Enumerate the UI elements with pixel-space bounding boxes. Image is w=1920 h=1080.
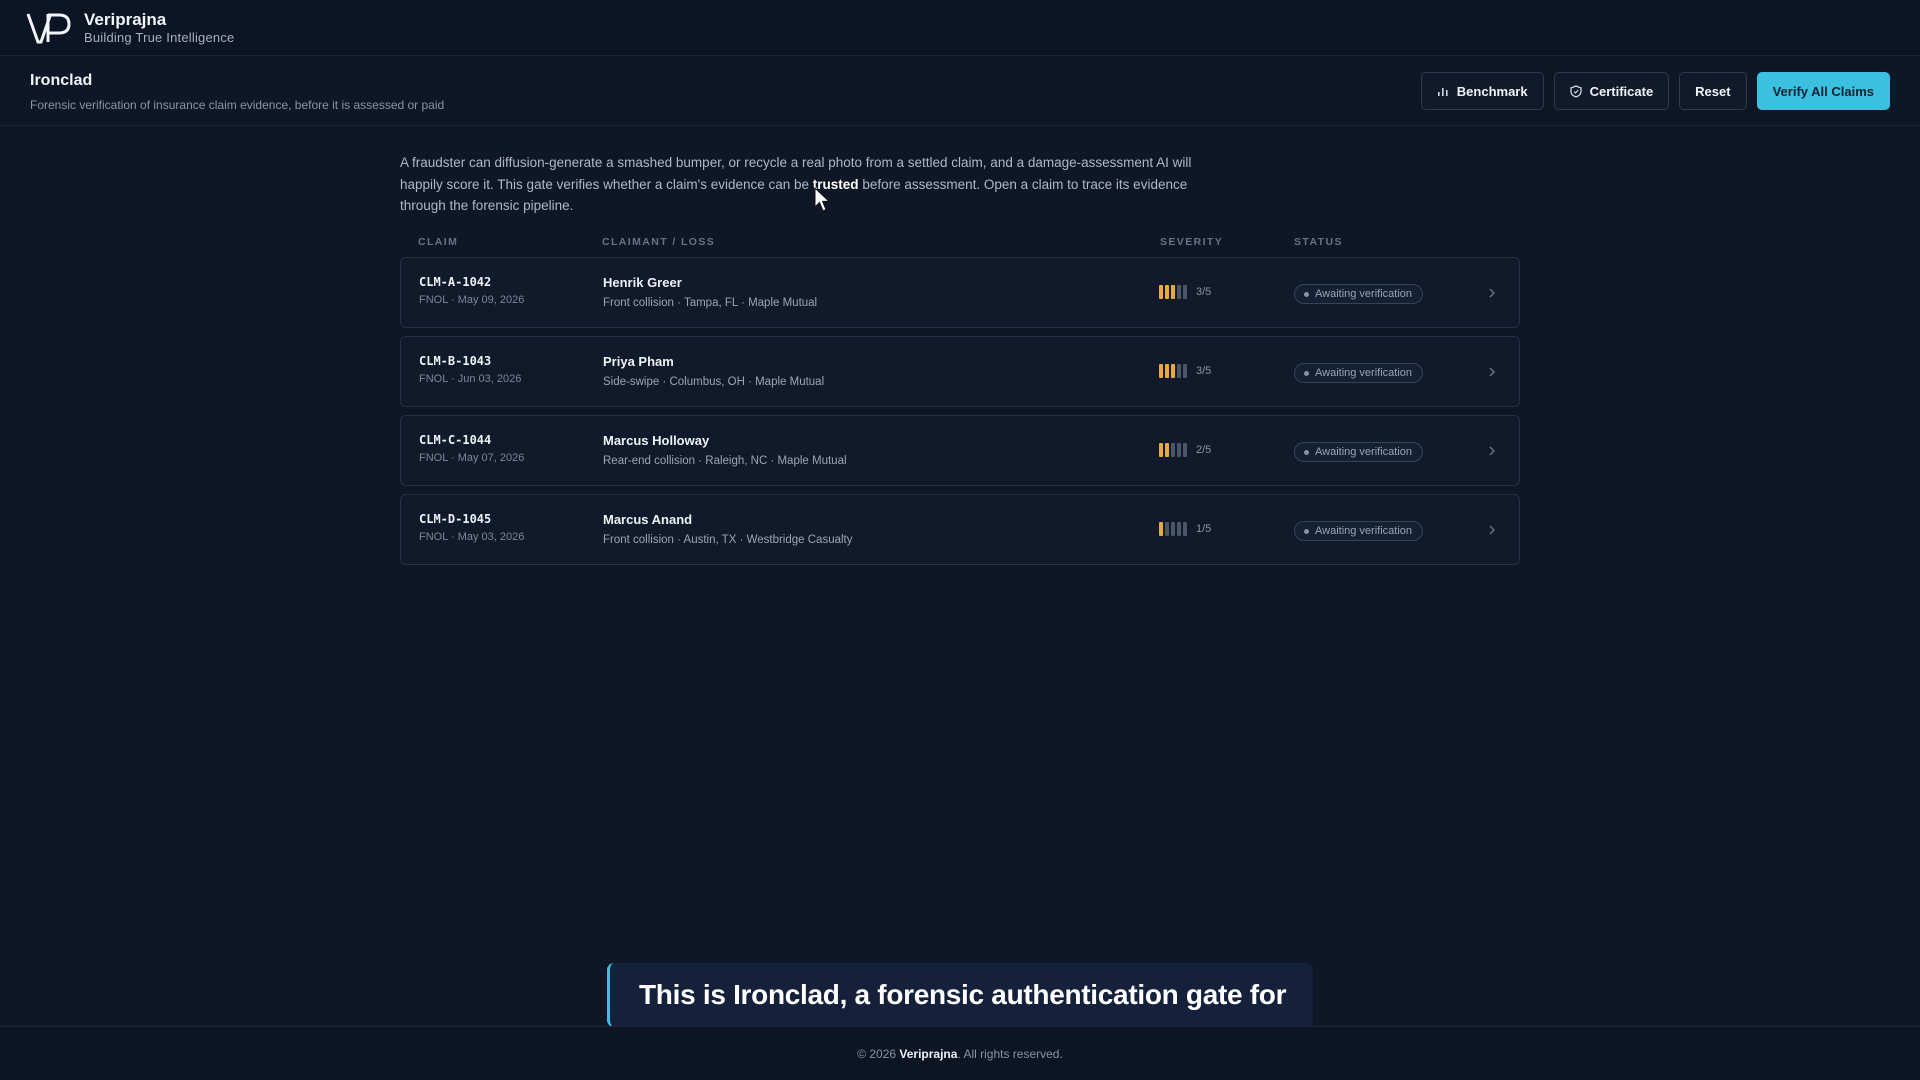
top-bar: Veriprajna Building True Intelligence — [0, 0, 1920, 56]
severity-label: 2/5 — [1196, 444, 1212, 456]
claim-fnol-date: FNOL · Jun 03, 2026 — [419, 373, 522, 385]
severity-bar — [1177, 443, 1181, 457]
page-title: Ironclad — [30, 72, 93, 89]
status-badge: Awaiting verification — [1294, 363, 1424, 383]
loss-description: Front collision · Austin, TX · Westbridg… — [603, 534, 853, 546]
claim-fnol-date: FNOL · May 09, 2026 — [419, 294, 525, 306]
severity-label: 3/5 — [1196, 286, 1212, 298]
severity-bar — [1183, 285, 1187, 299]
status-badge: Awaiting verification — [1294, 521, 1424, 541]
severity-bars — [1159, 285, 1187, 299]
claims-table-header: CLAIM CLAIMANT / LOSS SEVERITY STATUS — [400, 236, 1520, 252]
status-dot — [1304, 449, 1309, 455]
chevron-right-icon[interactable] — [1487, 363, 1497, 381]
severity-indicator: 3/5 — [1159, 364, 1211, 378]
claim-row[interactable]: CLM-B-1043 FNOL · Jun 03, 2026 Priya Pham S… — [400, 336, 1520, 407]
loss-description: Rear-end collision · Raleigh, NC · Maple… — [603, 455, 847, 467]
status-label: Awaiting verification — [1315, 446, 1413, 458]
status-label: Awaiting verification — [1315, 288, 1413, 300]
severity-bars — [1159, 443, 1187, 457]
severity-bar — [1171, 285, 1175, 299]
severity-bar — [1183, 522, 1187, 536]
verify-all-claims-button[interactable]: Verify All Claims — [1756, 72, 1890, 110]
page-header: Ironclad Forensic verification of insura… — [0, 56, 1920, 126]
severity-bar — [1159, 522, 1163, 536]
severity-bar — [1171, 443, 1175, 457]
severity-label: 3/5 — [1196, 365, 1212, 377]
claim-row[interactable]: CLM-A-1042 FNOL · May 09, 2026 Henrik Gree… — [400, 257, 1520, 328]
severity-bar — [1165, 443, 1169, 457]
claimant-name: Marcus Anand — [603, 512, 693, 527]
claim-id: CLM-D-1045 — [419, 512, 492, 526]
claims-list: CLM-A-1042 FNOL · May 09, 2026 Henrik Gree… — [400, 257, 1520, 565]
severity-bar — [1165, 364, 1169, 378]
column-claim: CLAIM — [418, 236, 459, 248]
loss-description: Side-swipe · Columbus, OH · Maple Mutual — [603, 376, 825, 388]
severity-bar — [1165, 522, 1169, 536]
severity-bar — [1177, 364, 1181, 378]
column-claimant-loss: CLAIMANT / LOSS — [602, 236, 716, 248]
severity-bars — [1159, 522, 1187, 536]
severity-indicator: 1/5 — [1159, 522, 1211, 536]
severity-bar — [1171, 364, 1175, 378]
column-severity: SEVERITY — [1160, 236, 1224, 248]
claim-fnol-date: FNOL · May 07, 2026 — [419, 452, 525, 464]
status-dot — [1304, 370, 1309, 376]
severity-bar — [1177, 285, 1181, 299]
certificate-label: Certificate — [1589, 83, 1654, 99]
shield-icon — [1569, 84, 1582, 98]
status-badge: Awaiting verification — [1294, 442, 1424, 462]
logo — [26, 10, 74, 46]
claim-id: CLM-C-1044 — [419, 433, 492, 447]
status-dot — [1304, 291, 1309, 297]
intro-text: A fraudster can diffusion-generate a sma… — [400, 152, 1220, 217]
benchmark-label: Benchmark — [1456, 83, 1528, 99]
chevron-right-icon[interactable] — [1487, 284, 1497, 302]
claimant-name: Priya Pham — [603, 354, 674, 369]
severity-indicator: 2/5 — [1159, 443, 1211, 457]
severity-indicator: 3/5 — [1159, 285, 1211, 299]
footer-brand: Veriprajna — [899, 1046, 958, 1061]
severity-bar — [1159, 285, 1163, 299]
footer-rights: . All rights reserved. — [957, 1046, 1063, 1061]
severity-bar — [1177, 522, 1181, 536]
severity-bar — [1159, 364, 1163, 378]
claim-fnol-date: FNOL · May 03, 2026 — [419, 531, 525, 543]
page-subtitle: Forensic verification of insurance claim… — [30, 98, 445, 112]
claim-row[interactable]: CLM-C-1044 FNOL · May 07, 2026 Marcus Holl… — [400, 415, 1520, 486]
status-label: Awaiting verification — [1315, 525, 1413, 537]
status-label: Awaiting verification — [1315, 367, 1413, 379]
benchmark-button[interactable]: Benchmark — [1420, 72, 1544, 110]
footer: © 2026 Veriprajna. All rights reserved. — [0, 1026, 1920, 1080]
severity-label: 1/5 — [1196, 523, 1212, 535]
bar-chart-icon — [1437, 85, 1449, 97]
chevron-right-icon[interactable] — [1487, 521, 1497, 539]
column-status: STATUS — [1294, 236, 1343, 248]
claim-id: CLM-B-1043 — [419, 354, 492, 368]
claim-row[interactable]: CLM-D-1045 FNOL · May 03, 2026 Marcus Anan… — [400, 494, 1520, 565]
reset-button[interactable]: Reset — [1679, 72, 1747, 110]
video-caption: This is Ironclad, a forensic authenticat… — [607, 963, 1313, 1027]
chevron-right-icon[interactable] — [1487, 442, 1497, 460]
loss-description: Front collision · Tampa, FL · Maple Mutu… — [603, 297, 818, 309]
brand: Veriprajna Building True Intelligence — [84, 10, 234, 46]
claimant-name: Marcus Holloway — [603, 433, 710, 448]
severity-bar — [1183, 443, 1187, 457]
footer-copyright: © 2026 — [857, 1046, 900, 1061]
severity-bar — [1183, 364, 1187, 378]
severity-bar — [1171, 522, 1175, 536]
mouse-cursor-icon — [814, 186, 832, 218]
severity-bars — [1159, 364, 1187, 378]
claim-id: CLM-A-1042 — [419, 275, 492, 289]
brand-tagline: Building True Intelligence — [84, 29, 235, 45]
status-dot — [1304, 528, 1309, 534]
severity-bar — [1159, 443, 1163, 457]
claimant-name: Henrik Greer — [603, 275, 682, 290]
severity-bar — [1165, 285, 1169, 299]
header-actions: Benchmark Certificate Reset Verify All C… — [1420, 72, 1890, 110]
status-badge: Awaiting verification — [1294, 284, 1424, 304]
brand-name: Veriprajna — [84, 9, 167, 29]
certificate-button[interactable]: Certificate — [1553, 72, 1670, 110]
